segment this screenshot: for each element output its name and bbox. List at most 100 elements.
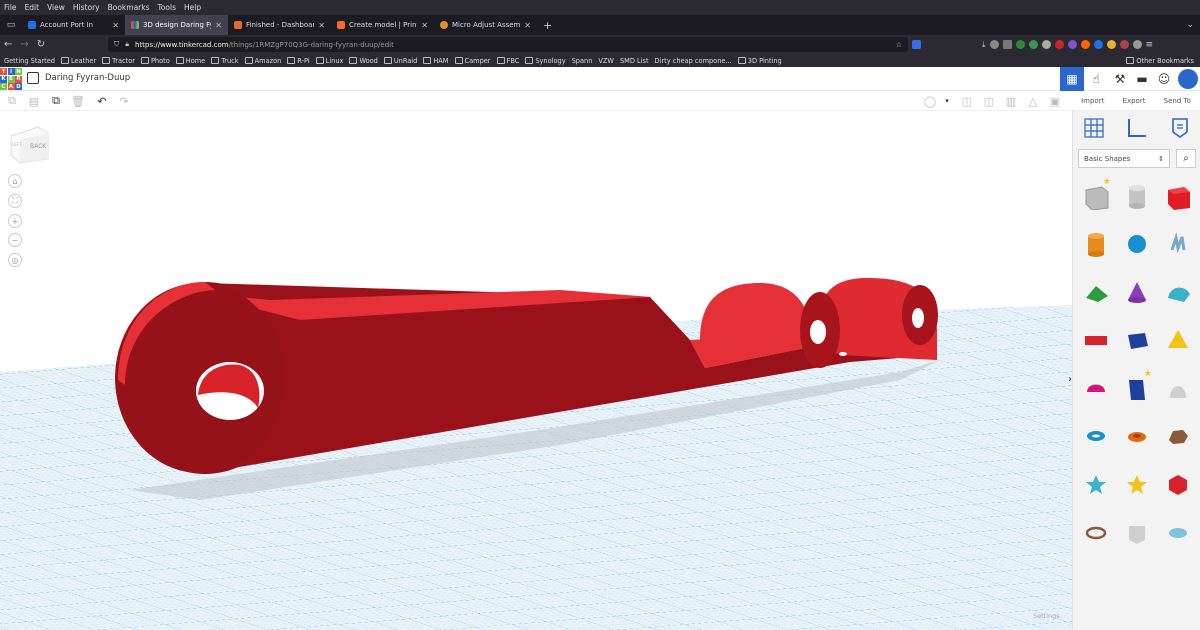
menu-help[interactable]: Help	[184, 3, 201, 12]
menu-bookmarks[interactable]: Bookmarks	[108, 3, 150, 12]
extension-icon[interactable]	[989, 39, 999, 49]
hexagonal-prism-shape[interactable]: ★	[1118, 369, 1156, 407]
tab-account-port-in[interactable]: Account Port In ✕	[22, 15, 125, 35]
close-icon[interactable]: ✕	[421, 21, 428, 30]
bookmark-folder[interactable]: HAM	[423, 57, 448, 65]
search-icon[interactable]: ⌕	[1176, 149, 1196, 168]
delete-icon[interactable]: 🗑︎	[71, 94, 85, 108]
hamburger-menu-icon[interactable]: ≡	[1146, 40, 1154, 50]
ortho-view-icon[interactable]: ◎	[8, 253, 22, 267]
note-icon[interactable]: ◯	[923, 94, 937, 108]
notes-tool-icon[interactable]	[1169, 117, 1191, 139]
bookmark-getting-started[interactable]: Getting Started	[4, 57, 55, 65]
shape-library-select[interactable]: Basic Shapes ⇕	[1078, 149, 1170, 168]
mirror-icon[interactable]: △	[1026, 94, 1040, 108]
undo-icon[interactable]: ↶	[95, 94, 109, 108]
extension-icon[interactable]	[1028, 39, 1038, 49]
copy-icon[interactable]: ⧉	[5, 94, 19, 108]
ring-shape[interactable]	[1077, 513, 1115, 551]
bookmark-folder[interactable]: Linux	[316, 57, 344, 65]
cruise-icon[interactable]: ▣	[1048, 94, 1062, 108]
menu-edit[interactable]: Edit	[25, 3, 40, 12]
extension-icon[interactable]	[1015, 39, 1025, 49]
ellipsoid-shape[interactable]	[1159, 513, 1197, 551]
group-icon[interactable]: ◫	[960, 94, 974, 108]
torus-shape[interactable]	[1077, 417, 1115, 455]
sphere-shape[interactable]	[1118, 225, 1156, 263]
extension-icon[interactable]	[1093, 39, 1103, 49]
extension-icon[interactable]	[1067, 39, 1077, 49]
ungroup-icon[interactable]: ◫	[982, 94, 996, 108]
reload-icon[interactable]: ↻	[37, 39, 45, 50]
bookmark-folder[interactable]: Tractor	[102, 57, 135, 65]
download-icon[interactable]: ⤓	[982, 40, 986, 49]
cone-shape[interactable]	[1118, 273, 1156, 311]
list-tabs-icon[interactable]: ⌄	[1186, 20, 1200, 30]
import-button[interactable]: Import	[1081, 97, 1104, 105]
menu-view[interactable]: View	[47, 3, 65, 12]
extension-icon[interactable]	[1002, 39, 1012, 49]
duplicate-icon[interactable]: ⧉	[49, 94, 63, 108]
avatar[interactable]	[1176, 67, 1200, 91]
bookmark-folder[interactable]: Wood	[349, 57, 377, 65]
tab-printables[interactable]: Create model | Printables.c✕	[331, 15, 434, 35]
icosahedron-shape[interactable]	[1159, 465, 1197, 503]
close-icon[interactable]: ✕	[524, 21, 531, 30]
workplane-canvas[interactable]: BACK LEFT	[0, 111, 1072, 630]
star-shape[interactable]	[1077, 465, 1115, 503]
back-icon[interactable]: ←	[4, 39, 12, 50]
bookmark-star-icon[interactable]: ☆	[896, 41, 902, 49]
redo-icon[interactable]: ↷	[117, 94, 131, 108]
send-to-button[interactable]: Send To	[1164, 97, 1191, 105]
add-user-button[interactable]: ☺	[1152, 67, 1176, 91]
paraboloid-shape[interactable]	[1159, 369, 1197, 407]
bookmark-folder[interactable]: FBC	[497, 57, 520, 65]
ublock-icon[interactable]	[912, 39, 921, 49]
align-icon[interactable]: ▥	[1004, 94, 1018, 108]
briefcase-button[interactable]: ▬	[1130, 67, 1154, 91]
tab-tinkercad[interactable]: 3D design Daring Fyyran-D✕	[125, 15, 228, 35]
forward-icon[interactable]: →	[20, 39, 28, 50]
extension-icon[interactable]	[1106, 39, 1116, 49]
zoom-in-icon[interactable]: +	[8, 214, 22, 228]
pyramid-shape[interactable]	[1159, 321, 1197, 359]
settings-link[interactable]: Settings	[1033, 612, 1060, 620]
bookmark-folder[interactable]: Truck	[211, 57, 238, 65]
bookmark-vzw[interactable]: VZW	[598, 57, 614, 65]
bookmark-folder[interactable]: Amazon	[245, 57, 282, 65]
tab-overview-icon[interactable]: ▭	[0, 15, 22, 35]
round-roof-shape[interactable]	[1159, 273, 1197, 311]
bookmark-dirty-cheap[interactable]: Dirty cheap compone...	[655, 57, 732, 65]
extension-icon[interactable]	[1080, 39, 1090, 49]
tools-button[interactable]: ⚒	[1108, 67, 1132, 91]
view-cube[interactable]: BACK LEFT	[10, 126, 49, 164]
close-icon[interactable]: ✕	[318, 21, 325, 30]
menu-file[interactable]: File	[4, 3, 17, 12]
blocks-view-button[interactable]: ☝	[1084, 67, 1108, 91]
bookmark-smd-list[interactable]: SMD List	[620, 57, 649, 65]
ruler-tool-icon[interactable]	[1126, 117, 1148, 139]
tab-prusa-dashboard[interactable]: Finished - Dashboard - Prus✕	[228, 15, 331, 35]
design-list-icon[interactable]	[27, 72, 39, 84]
polygon-shape[interactable]	[1118, 321, 1156, 359]
bookmark-folder[interactable]: Camper	[455, 57, 491, 65]
paste-icon[interactable]: ▤	[27, 94, 41, 108]
bookmark-folder[interactable]: UnRaid	[384, 57, 418, 65]
extension-icon[interactable]	[1054, 39, 1064, 49]
close-icon[interactable]: ✕	[112, 21, 119, 30]
bookmark-spann[interactable]: Spann	[572, 57, 593, 65]
bookmark-folder[interactable]: 3D Pinting	[738, 57, 782, 65]
show-all-dropdown-icon[interactable]: ▾	[940, 94, 954, 108]
fit-view-icon[interactable]: ⛶	[8, 194, 22, 208]
url-bar[interactable]: ⛉ 🔒︎ https://www.tinkercad.com/things/1R…	[108, 37, 908, 52]
text-shape[interactable]	[1077, 321, 1115, 359]
roof-shape[interactable]	[1077, 273, 1115, 311]
other-bookmarks[interactable]: Other Bookmarks	[1126, 57, 1200, 65]
extensions-puzzle-icon[interactable]	[1132, 39, 1142, 49]
heart-shape[interactable]	[1118, 513, 1156, 551]
tab-micro-adjust[interactable]: Micro Adjust Assembly 825✕	[434, 15, 537, 35]
extension-icon[interactable]	[1041, 39, 1051, 49]
scribble-shape[interactable]	[1159, 225, 1197, 263]
cylinder-hole-shape[interactable]	[1118, 177, 1156, 215]
cylinder-shape[interactable]	[1077, 225, 1115, 263]
